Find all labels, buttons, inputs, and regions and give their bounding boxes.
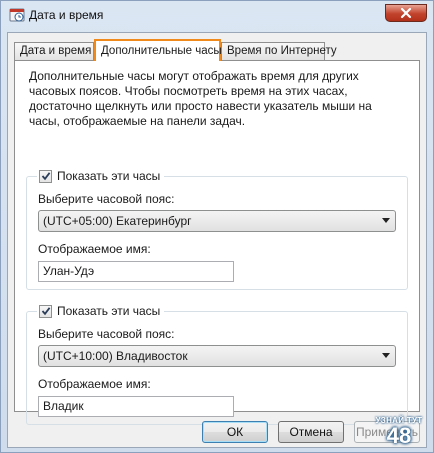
checkmark-icon <box>41 172 50 181</box>
clock2-show-checkbox[interactable] <box>39 304 52 318</box>
clock1-show-label: Показать эти часы <box>57 169 161 183</box>
clock2-timezone-select[interactable]: (UTC+10:00) Владивосток <box>38 345 396 367</box>
clock2-name-input[interactable]: Владик <box>38 396 234 417</box>
watermark-big-text: 48 <box>386 422 412 448</box>
description-text: Дополнительные часы могут отображать вре… <box>29 69 372 128</box>
window-title: Дата и время <box>29 8 104 22</box>
tab-panel: Дополнительные часы могут отображать вре… <box>14 60 420 425</box>
clock1-show-checkbox-row[interactable]: Показать эти часы <box>37 168 165 184</box>
clock-icon <box>9 7 25 23</box>
watermark-logo: УЗНАЙ ТУТ 48 <box>374 413 424 449</box>
clock1-name-input[interactable]: Улан-Удэ <box>38 261 234 282</box>
tab-additional-clocks[interactable]: Дополнительные часы <box>94 39 222 61</box>
chevron-down-icon <box>382 218 390 223</box>
clock2-show-checkbox-row[interactable]: Показать эти часы <box>37 303 165 319</box>
dialog-body: Дата и время Дополнительные часы Время п… <box>7 32 427 448</box>
clock1-timezone-value: (UTC+05:00) Екатеринбург <box>43 214 192 228</box>
clock1-name-label: Отображаемое имя: <box>38 242 151 256</box>
cancel-button[interactable]: Отмена <box>278 421 344 443</box>
close-button[interactable] <box>385 4 427 22</box>
clock2-timezone-value: (UTC+10:00) Владивосток <box>43 349 188 363</box>
clock1-group: Показать эти часы Выберите часовой пояс:… <box>26 168 408 290</box>
clock1-timezone-select[interactable]: (UTC+05:00) Екатеринбург <box>38 210 396 232</box>
clock1-timezone-label: Выберите часовой пояс: <box>38 192 175 206</box>
clock2-show-label: Показать эти часы <box>57 304 161 318</box>
tab-internet-time[interactable]: Время по Интернету <box>221 42 337 60</box>
chevron-down-icon <box>382 353 390 358</box>
ok-button[interactable]: ОК <box>202 421 268 443</box>
checkmark-icon <box>41 307 50 316</box>
clock2-group: Показать эти часы Выберите часовой пояс:… <box>26 303 408 425</box>
tab-date-time[interactable]: Дата и время <box>14 42 94 60</box>
title-bar[interactable]: Дата и время <box>1 1 433 31</box>
date-time-dialog: Дата и время Дата и время Дополнительные… <box>0 0 434 453</box>
clock2-timezone-label: Выберите часовой пояс: <box>38 327 175 341</box>
clock1-show-checkbox[interactable] <box>39 169 52 183</box>
clock2-name-label: Отображаемое имя: <box>38 377 151 391</box>
close-icon <box>400 7 412 19</box>
